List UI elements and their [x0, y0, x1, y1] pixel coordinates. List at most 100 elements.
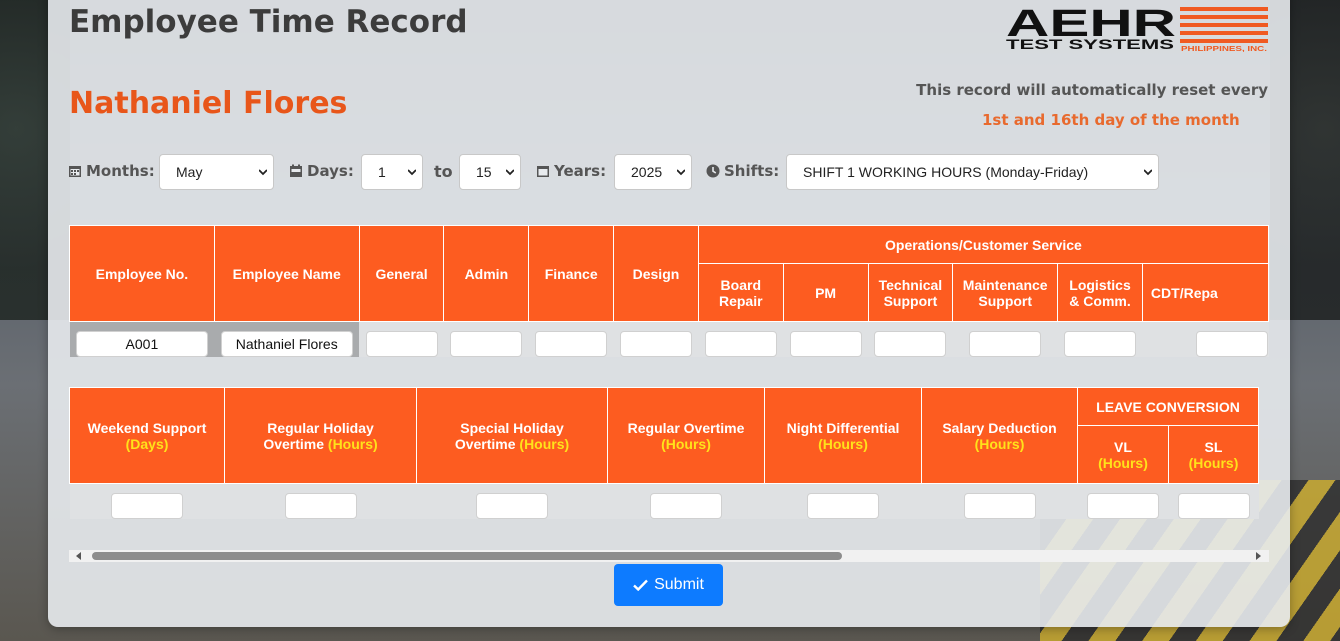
- design-input[interactable]: [619, 330, 692, 357]
- header-technical-support: Technical Support: [867, 263, 954, 322]
- employee-name-heading: Nathaniel Flores: [69, 86, 348, 121]
- shift-select[interactable]: SHIFT 1 WORKING HOURS (Monday-Friday): [786, 154, 1159, 190]
- header-night-differential-label: Night Differential: [786, 419, 900, 436]
- calendar-day-icon: [290, 164, 302, 177]
- cell-employee-no: A001: [69, 321, 215, 357]
- header-board-repair-line1: Board: [720, 276, 761, 293]
- header-operations-group: Operations/Customer Service: [697, 225, 1269, 264]
- regular-holiday-overtime-input[interactable]: [284, 492, 357, 519]
- header-employee-name: Employee Name: [213, 225, 360, 322]
- cell-cdt-repair: [1142, 321, 1269, 357]
- table-row: A001 Nathaniel Flores: [69, 321, 1269, 357]
- years-label-text: Years:: [554, 162, 607, 180]
- header-special-holiday-line1: Special Holiday: [460, 419, 564, 436]
- header-cdt-repair: CDT/Repa: [1141, 263, 1269, 322]
- overtime-table-viewport[interactable]: Weekend Support (Days) Regular Holiday Ove…: [69, 387, 1259, 519]
- department-table-viewport[interactable]: Employee No. Employee Name General Admin…: [69, 225, 1269, 357]
- header-vl-label: VL: [1114, 438, 1132, 455]
- cell-admin: [443, 321, 529, 357]
- header-logistics: Logistics & Comm.: [1057, 263, 1143, 322]
- header-regular-holiday-unit: (Hours): [327, 435, 378, 452]
- cdt-repair-input[interactable]: [1196, 330, 1269, 357]
- header-weekend-support: Weekend Support (Days): [69, 387, 225, 484]
- calendar-icon: [537, 166, 549, 177]
- scrollbar-thumb[interactable]: [92, 552, 842, 560]
- header-maintenance-support: Maintenance Support: [952, 263, 1059, 322]
- cell-employee-name: Nathaniel Flores: [214, 321, 360, 357]
- cell-vl: [1077, 483, 1169, 519]
- header-leave-conversion: LEAVE CONVERSION: [1077, 387, 1259, 426]
- day-to-select[interactable]: 15: [459, 154, 521, 190]
- cell-finance: [528, 321, 614, 357]
- days-label-text: Days:: [307, 162, 354, 180]
- board-repair-input[interactable]: [704, 330, 777, 357]
- header-sl-unit: (Hours): [1188, 454, 1239, 471]
- chevron-down-icon: [259, 168, 267, 176]
- months-filter-label: Months:: [68, 162, 155, 180]
- header-regular-holiday-line2: Overtime: [263, 435, 325, 452]
- cell-regular-holiday-overtime: [224, 483, 417, 519]
- header-regular-holiday-line1: Regular Holiday: [267, 419, 374, 436]
- header-sl-label: SL: [1204, 438, 1223, 455]
- header-board-repair: Board Repair: [697, 263, 784, 322]
- salary-deduction-input[interactable]: [963, 492, 1036, 519]
- cell-special-holiday-overtime: [416, 483, 608, 519]
- chevron-down-icon: [506, 168, 514, 176]
- calendar-icon: [69, 166, 81, 177]
- admin-input[interactable]: [450, 330, 523, 357]
- overtime-table: Weekend Support (Days) Regular Holiday Ove…: [69, 387, 1259, 519]
- header-regular-holiday-overtime: Regular Holiday Overtime (Hours): [224, 387, 417, 484]
- company-logo: AEHR TEST SYSTEMS PHILIPPINES, INC.: [1006, 6, 1268, 52]
- horizontal-scrollbar[interactable]: [69, 550, 1269, 562]
- shifts-filter-label: Shifts:: [706, 162, 779, 180]
- cell-board-repair: [698, 321, 784, 357]
- header-weekend-support-unit: (Days): [125, 435, 169, 452]
- finance-input[interactable]: [535, 330, 608, 357]
- year-select[interactable]: 2025: [614, 154, 692, 190]
- submit-label: Submit: [654, 576, 704, 593]
- cell-regular-overtime: [607, 483, 765, 519]
- weekend-support-input[interactable]: [111, 492, 183, 519]
- header-special-holiday-overtime: Special Holiday Overtime (Hours): [416, 387, 608, 484]
- header-weekend-support-label: Weekend Support: [87, 419, 207, 436]
- months-selected-value: May: [176, 164, 203, 180]
- header-finance: Finance: [528, 225, 615, 322]
- header-vl: VL (Hours): [1077, 425, 1169, 484]
- cell-general: [359, 321, 444, 357]
- special-holiday-overtime-input[interactable]: [476, 492, 548, 519]
- night-differential-input[interactable]: [807, 492, 879, 519]
- header-regular-overtime: Regular Overtime (Hours): [607, 387, 765, 484]
- chevron-down-icon: [408, 168, 416, 176]
- header-salary-deduction: Salary Deduction (Hours): [921, 387, 1078, 484]
- pm-input[interactable]: [789, 330, 862, 357]
- year-selected-value: 2025: [631, 164, 663, 180]
- logistics-input[interactable]: [1064, 330, 1137, 357]
- scroll-left-arrow-icon[interactable]: [75, 552, 83, 560]
- cell-logistics: [1057, 321, 1143, 357]
- scroll-right-arrow-icon[interactable]: [1254, 552, 1262, 560]
- header-sl: SL (Hours): [1168, 425, 1259, 484]
- vl-input[interactable]: [1087, 492, 1159, 519]
- header-technical-support-line2: Support: [883, 292, 938, 309]
- header-logistics-line2: & Comm.: [1069, 292, 1131, 309]
- regular-overtime-input[interactable]: [650, 492, 722, 519]
- maintenance-support-input[interactable]: [969, 330, 1042, 357]
- header-vl-unit: (Hours): [1098, 454, 1148, 471]
- months-select[interactable]: May: [159, 154, 274, 190]
- sl-input[interactable]: [1177, 492, 1250, 519]
- days-filter-label: Days:: [289, 162, 354, 180]
- day-from-select[interactable]: 1: [361, 154, 423, 190]
- cell-pm: [783, 321, 868, 357]
- employee-no-input[interactable]: A001: [75, 330, 208, 357]
- employee-name-input[interactable]: Nathaniel Flores: [220, 330, 353, 357]
- general-input[interactable]: [365, 330, 438, 357]
- submit-button[interactable]: Submit: [614, 564, 723, 606]
- chevron-down-icon: [1144, 168, 1152, 176]
- header-regular-overtime-label: Regular Overtime: [627, 419, 745, 436]
- header-board-repair-line2: Repair: [718, 292, 763, 309]
- to-label: to: [434, 162, 453, 181]
- header-maintenance-support-line1: Maintenance: [962, 276, 1048, 293]
- cell-maintenance-support: [952, 321, 1058, 357]
- cell-night-differential: [764, 483, 922, 519]
- technical-support-input[interactable]: [874, 330, 947, 357]
